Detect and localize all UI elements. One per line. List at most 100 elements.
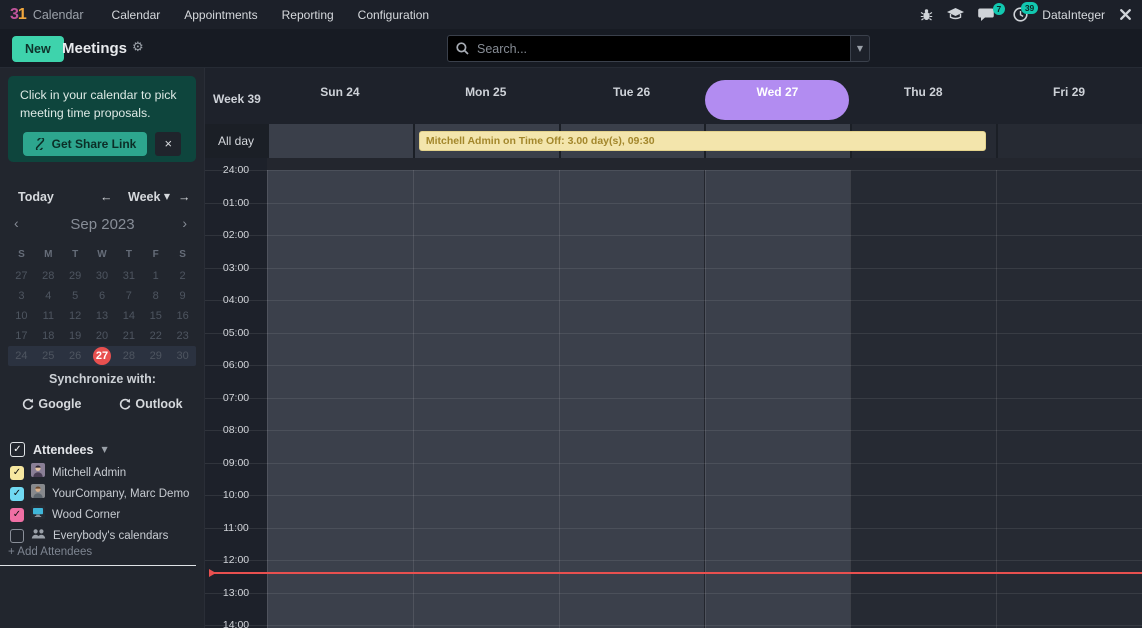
activities-badge: 39	[1021, 2, 1038, 14]
day-header-tue-26[interactable]: Tue 26	[559, 68, 705, 124]
mini-cal-day[interactable]: 7	[115, 286, 142, 306]
mini-cal-day[interactable]: 30	[169, 346, 196, 366]
day-header-label: Sun 24	[267, 85, 413, 99]
sync-label: Synchronize with:	[0, 372, 205, 386]
menu-item-reporting[interactable]: Reporting	[272, 4, 344, 26]
attendee-filter-row[interactable]: Everybody's calendars	[10, 525, 200, 546]
new-button[interactable]: New	[12, 36, 64, 62]
mini-cal-day[interactable]: 12	[62, 306, 89, 326]
menu-item-calendar[interactable]: Calendar	[102, 4, 171, 26]
search-box[interactable]	[447, 35, 851, 62]
mini-cal-day[interactable]: 13	[89, 306, 116, 326]
mini-cal-day[interactable]: 14	[115, 306, 142, 326]
time-grid[interactable]: 24:0001:0002:0003:0004:0005:0006:0007:00…	[205, 158, 1142, 628]
bug-icon[interactable]	[920, 8, 933, 21]
attendee-filter-row[interactable]: ✓YourCompany, Marc Demo	[10, 483, 200, 504]
mini-cal-day[interactable]: 26	[62, 346, 89, 366]
activities-clock-icon[interactable]: 39	[1013, 7, 1028, 22]
mini-cal-day[interactable]: 25	[35, 346, 62, 366]
chevron-down-icon: ▼	[857, 44, 863, 53]
get-share-link-button[interactable]: Get Share Link	[23, 132, 148, 156]
graduation-cap-icon[interactable]	[947, 8, 964, 21]
day-header-sun-24[interactable]: Sun 24	[267, 68, 413, 124]
hour-gridline	[205, 625, 1142, 626]
mini-cal-day[interactable]: 1	[142, 266, 169, 286]
discuss-chat-icon[interactable]: 7	[978, 8, 995, 22]
hint-close-button[interactable]: ×	[155, 132, 181, 156]
app-brand[interactable]: 31 Calendar	[10, 6, 84, 24]
day-header-label: Mon 25	[413, 85, 559, 99]
hour-gridline	[205, 235, 1142, 236]
attendee-checkbox[interactable]: ✓	[10, 466, 24, 480]
attendee-checkbox[interactable]	[10, 529, 24, 543]
month-next-icon[interactable]: ›	[182, 215, 187, 231]
hour-label: 03:00	[205, 262, 267, 274]
attendee-checkbox[interactable]: ✓	[10, 508, 24, 522]
day-header-thu-28[interactable]: Thu 28	[850, 68, 996, 124]
mini-cal-day[interactable]: 22	[142, 326, 169, 346]
prev-arrow-icon[interactable]: ←	[96, 188, 117, 206]
page-title: Meetings	[62, 40, 127, 57]
attendee-checkbox[interactable]: ✓	[10, 487, 24, 501]
timeoff-event-banner[interactable]: Mitchell Admin on Time Off: 3.00 day(s),…	[419, 131, 986, 151]
weekday-label: S	[8, 246, 35, 262]
hour-label: 11:00	[205, 522, 267, 534]
attendees-header[interactable]: ✓ Attendees ▼	[10, 442, 108, 457]
mini-cal-day[interactable]: 29	[62, 266, 89, 286]
monitor-avatar	[31, 505, 45, 524]
mini-cal-day[interactable]: 20	[89, 326, 116, 346]
mini-cal-day[interactable]: 6	[89, 286, 116, 306]
sync-google-button[interactable]: Google	[16, 396, 87, 412]
settings-gear-icon[interactable]: ⚙	[132, 40, 144, 55]
mini-cal-day[interactable]: 16	[169, 306, 196, 326]
next-arrow-icon[interactable]: →	[174, 188, 195, 206]
mini-cal-day[interactable]: 4	[35, 286, 62, 306]
mini-cal-day[interactable]: 2	[169, 266, 196, 286]
menu-item-appointments[interactable]: Appointments	[174, 4, 267, 26]
tools-icon[interactable]	[1119, 8, 1132, 21]
mini-cal-day[interactable]: 9	[169, 286, 196, 306]
allday-cell[interactable]	[267, 124, 413, 158]
day-header-fri-29[interactable]: Fri 29	[996, 68, 1142, 124]
sync-outlook-button[interactable]: Outlook	[113, 396, 188, 412]
mini-cal-day[interactable]: 27	[8, 266, 35, 286]
day-header-mon-25[interactable]: Mon 25	[413, 68, 559, 124]
user-menu[interactable]: DataInteger	[1042, 8, 1105, 22]
attendee-filter-row[interactable]: ✓Mitchell Admin	[10, 462, 200, 483]
add-attendees-link[interactable]: + Add Attendees	[8, 546, 92, 558]
attendee-filter-row[interactable]: ✓ Wood Corner	[10, 504, 200, 525]
mini-cal-day[interactable]: 10	[8, 306, 35, 326]
search-dropdown-button[interactable]: ▼	[851, 35, 870, 62]
mini-cal-day[interactable]: 23	[169, 326, 196, 346]
day-header-wed-27[interactable]: Wed 27	[704, 68, 850, 124]
today-button[interactable]: Today	[14, 188, 58, 206]
attendee-label: Wood Corner	[52, 509, 120, 521]
mini-cal-day[interactable]: 31	[115, 266, 142, 286]
scale-selector[interactable]: Week ▼	[124, 188, 174, 206]
mini-cal-day[interactable]: 28	[35, 266, 62, 286]
refresh-icon	[119, 398, 131, 410]
mini-cal-day[interactable]: 18	[35, 326, 62, 346]
mini-cal-day[interactable]: 24	[8, 346, 35, 366]
group-avatar-icon	[31, 527, 46, 545]
mini-cal-day-selected[interactable]: 27	[89, 346, 116, 366]
search-input[interactable]	[475, 41, 842, 57]
mini-cal-day[interactable]: 29	[142, 346, 169, 366]
mini-cal-day[interactable]: 11	[35, 306, 62, 326]
mini-cal-day[interactable]: 5	[62, 286, 89, 306]
mini-cal-day[interactable]: 28	[115, 346, 142, 366]
mini-cal-day[interactable]: 30	[89, 266, 116, 286]
attendee-label: Everybody's calendars	[53, 530, 168, 542]
hour-label: 05:00	[205, 327, 267, 339]
hour-gridline	[205, 463, 1142, 464]
mini-cal-day[interactable]: 15	[142, 306, 169, 326]
mini-cal-day[interactable]: 21	[115, 326, 142, 346]
mini-cal-day[interactable]: 19	[62, 326, 89, 346]
allday-cell[interactable]	[996, 124, 1142, 158]
menu-item-configuration[interactable]: Configuration	[348, 4, 439, 26]
attendees-master-checkbox[interactable]: ✓	[10, 442, 25, 457]
mini-cal-day[interactable]: 17	[8, 326, 35, 346]
mini-cal-day[interactable]: 8	[142, 286, 169, 306]
chevron-down-icon: ▼	[101, 445, 107, 454]
mini-cal-day[interactable]: 3	[8, 286, 35, 306]
